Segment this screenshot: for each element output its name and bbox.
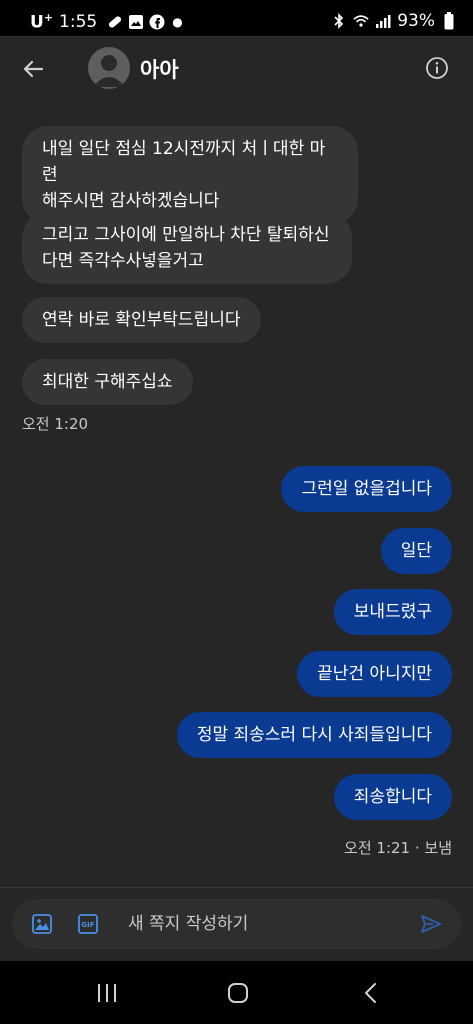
- message-bubble-outgoing[interactable]: 일단: [380, 528, 452, 574]
- message-bubble-incoming[interactable]: 내일 일단 점심 12시전까지 처ㅣ대한 마련 해주시면 감사하겠습니다: [22, 126, 358, 224]
- status-left: U+ 1:55 ●: [30, 11, 183, 33]
- pill-icon: [107, 14, 123, 30]
- avatar[interactable]: [88, 47, 130, 89]
- recent-apps-icon: [98, 984, 116, 1002]
- status-right: 93%: [331, 11, 457, 31]
- message-bubble-incoming[interactable]: 연락 바로 확인부탁드립니다: [22, 297, 261, 343]
- image-icon: [32, 914, 52, 934]
- chevron-left-icon: [365, 983, 376, 1003]
- info-button[interactable]: [425, 56, 449, 80]
- battery-percent: 93%: [397, 11, 435, 31]
- composer-field: GIF 새 쪽지 작성하기: [12, 899, 461, 949]
- image-button[interactable]: [31, 913, 53, 935]
- gif-button[interactable]: GIF: [77, 913, 99, 935]
- send-icon: [421, 915, 441, 933]
- message-bubble-outgoing[interactable]: 그런일 없을겁니다: [281, 466, 452, 512]
- svg-text:GIF: GIF: [81, 921, 94, 929]
- default-avatar-icon: [93, 55, 125, 87]
- battery-icon: [441, 12, 457, 30]
- home-icon: [228, 983, 248, 1003]
- wifi-icon: [353, 13, 369, 29]
- signal-icon: [375, 13, 391, 29]
- gallery-icon: [128, 14, 144, 30]
- gif-icon: GIF: [78, 914, 98, 934]
- arrow-left-icon: [23, 60, 44, 78]
- composer-bar: GIF 새 쪽지 작성하기: [0, 887, 473, 961]
- timestamp-outgoing: 오전 1:21 · 보냄: [344, 839, 452, 857]
- contact-name[interactable]: 아아: [140, 54, 179, 84]
- chat-screen: 아아 내일 일단 점심 12시전까지 처ㅣ대한 마련 해주시면 감사하겠습니다 …: [0, 36, 473, 961]
- notification-icons: ●: [107, 14, 183, 30]
- message-bubble-incoming[interactable]: 최대한 구해주십쇼: [22, 359, 193, 405]
- more-notifications-dot: ●: [172, 14, 183, 29]
- back-nav-button[interactable]: [358, 981, 384, 1005]
- facebook-icon: [149, 14, 165, 30]
- message-input[interactable]: 새 쪽지 작성하기: [128, 911, 398, 937]
- status-time: 1:55: [59, 11, 98, 32]
- home-button[interactable]: [225, 981, 251, 1005]
- timestamp-incoming: 오전 1:20: [22, 415, 89, 433]
- message-bubble-incoming[interactable]: 그리고 그사이에 만일하나 차단 탈퇴하신 다면 즉각수사넣을거고: [22, 212, 352, 284]
- message-bubble-outgoing[interactable]: 정말 죄송스러 다시 사죄들입니다: [176, 712, 452, 758]
- message-bubble-outgoing[interactable]: 끝난건 아니지만: [297, 651, 452, 697]
- bluetooth-icon: [331, 13, 347, 29]
- back-button[interactable]: [18, 54, 48, 84]
- chat-header: 아아: [0, 37, 473, 99]
- message-list[interactable]: 내일 일단 점심 12시전까지 처ㅣ대한 마련 해주시면 감사하겠습니다 그리고…: [0, 99, 473, 889]
- message-bubble-outgoing[interactable]: 보내드렸구: [333, 589, 452, 635]
- carrier-label: U+: [30, 11, 54, 33]
- recent-apps-button[interactable]: [94, 981, 120, 1005]
- message-bubble-outgoing[interactable]: 죄송합니다: [333, 774, 452, 820]
- info-icon: [426, 57, 448, 79]
- send-button[interactable]: [419, 912, 443, 936]
- system-navigation-bar: [0, 961, 473, 1024]
